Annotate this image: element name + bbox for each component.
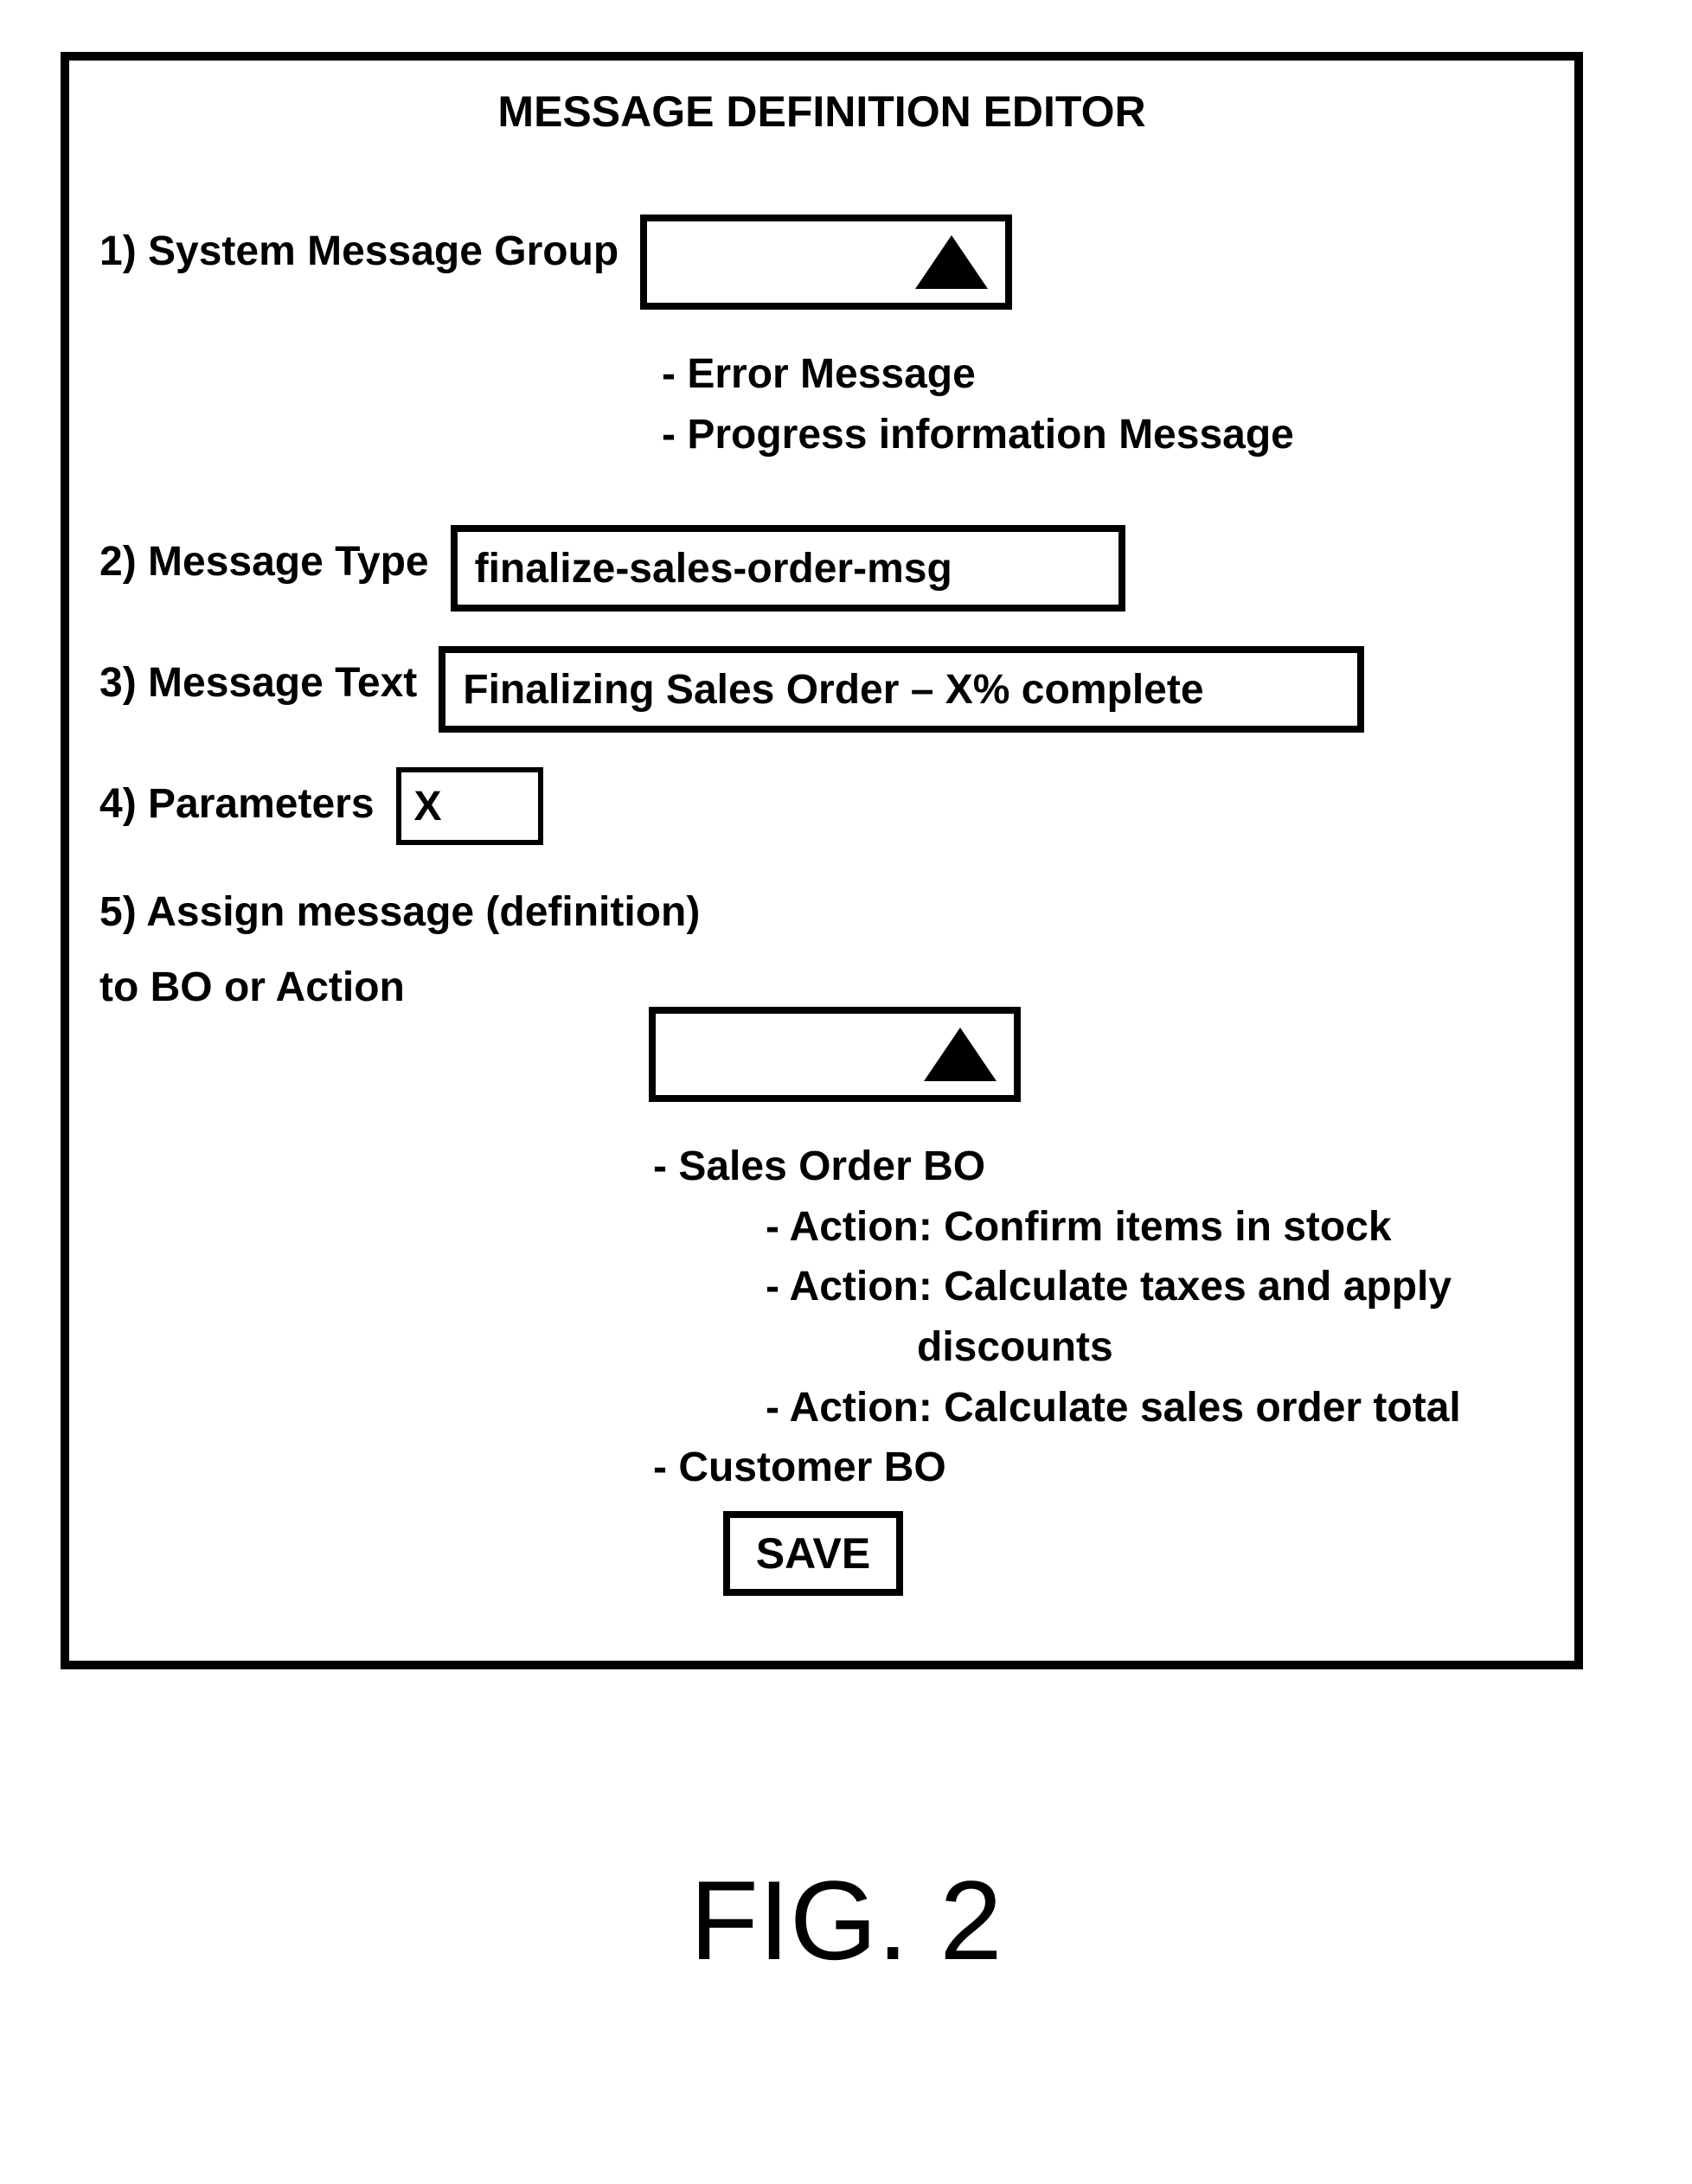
assign-message-block: 5) Assign message (definition) to BO or …	[99, 880, 1544, 1011]
assign-label-line2: to BO or Action	[99, 945, 405, 1011]
tree-action-calculate-taxes[interactable]: - Action: Calculate taxes and apply	[766, 1257, 1544, 1317]
bo-action-tree: - Sales Order BO - Action: Confirm items…	[653, 1137, 1544, 1498]
option-error-message[interactable]: - Error Message	[662, 344, 1544, 405]
parameters-value: X	[414, 783, 442, 830]
message-text-value: Finalizing Sales Order – X% complete	[463, 666, 1203, 714]
option-progress-info-message[interactable]: - Progress information Message	[662, 405, 1544, 465]
assign-dropdown[interactable]	[649, 1007, 1021, 1102]
dropdown-triangle-icon	[915, 235, 988, 289]
parameters-input[interactable]: X	[396, 767, 543, 845]
system-message-group-label: 1) System Message Group	[99, 215, 618, 275]
tree-action-confirm-items[interactable]: - Action: Confirm items in stock	[766, 1197, 1544, 1258]
message-definition-editor-panel: MESSAGE DEFINITION EDITOR 1) System Mess…	[61, 52, 1583, 1669]
editor-title: MESSAGE DEFINITION EDITOR	[99, 86, 1544, 137]
dropdown-triangle-icon	[924, 1028, 997, 1081]
tree-action-calculate-taxes-cont: discounts	[917, 1317, 1544, 1378]
tree-action-calculate-total[interactable]: - Action: Calculate sales order total	[766, 1378, 1544, 1438]
message-text-row: 3) Message Text Finalizing Sales Order –…	[99, 646, 1544, 733]
message-type-label: 2) Message Type	[99, 525, 429, 586]
system-message-group-row: 1) System Message Group	[99, 215, 1544, 310]
tree-customer-bo[interactable]: - Customer BO	[653, 1438, 1544, 1498]
system-message-group-options: - Error Message - Progress information M…	[662, 344, 1544, 464]
message-type-value: finalize-sales-order-msg	[475, 545, 952, 592]
assign-label-line1: 5) Assign message (definition)	[99, 880, 1544, 936]
message-type-row: 2) Message Type finalize-sales-order-msg	[99, 525, 1544, 612]
save-button[interactable]: SAVE	[723, 1511, 903, 1596]
message-text-label: 3) Message Text	[99, 646, 417, 707]
parameters-label: 4) Parameters	[99, 767, 375, 828]
system-message-group-dropdown[interactable]	[640, 215, 1012, 310]
figure-caption: FIG. 2	[0, 1855, 1692, 1985]
tree-sales-order-bo[interactable]: - Sales Order BO	[653, 1137, 1544, 1197]
message-text-input[interactable]: Finalizing Sales Order – X% complete	[439, 646, 1364, 733]
message-type-input[interactable]: finalize-sales-order-msg	[451, 525, 1125, 612]
parameters-row: 4) Parameters X	[99, 767, 1544, 845]
